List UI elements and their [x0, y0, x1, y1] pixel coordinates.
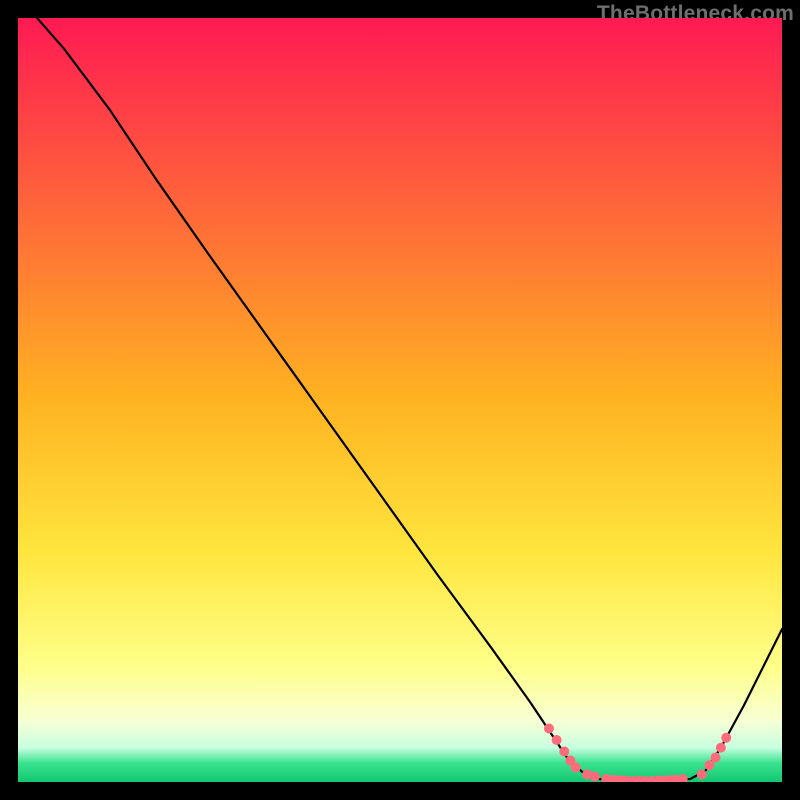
curve-marker — [716, 743, 726, 753]
curve-marker — [552, 735, 562, 745]
curve-marker — [590, 772, 600, 782]
curve-marker — [544, 724, 554, 734]
curve-marker — [697, 769, 707, 779]
curve-marker — [711, 753, 721, 763]
curve-marker — [559, 746, 569, 756]
chart-background — [18, 18, 782, 782]
curve-marker — [571, 762, 581, 772]
bottleneck-chart — [18, 18, 782, 782]
curve-marker — [721, 733, 731, 743]
chart-frame: TheBottleneck.com — [0, 0, 800, 800]
